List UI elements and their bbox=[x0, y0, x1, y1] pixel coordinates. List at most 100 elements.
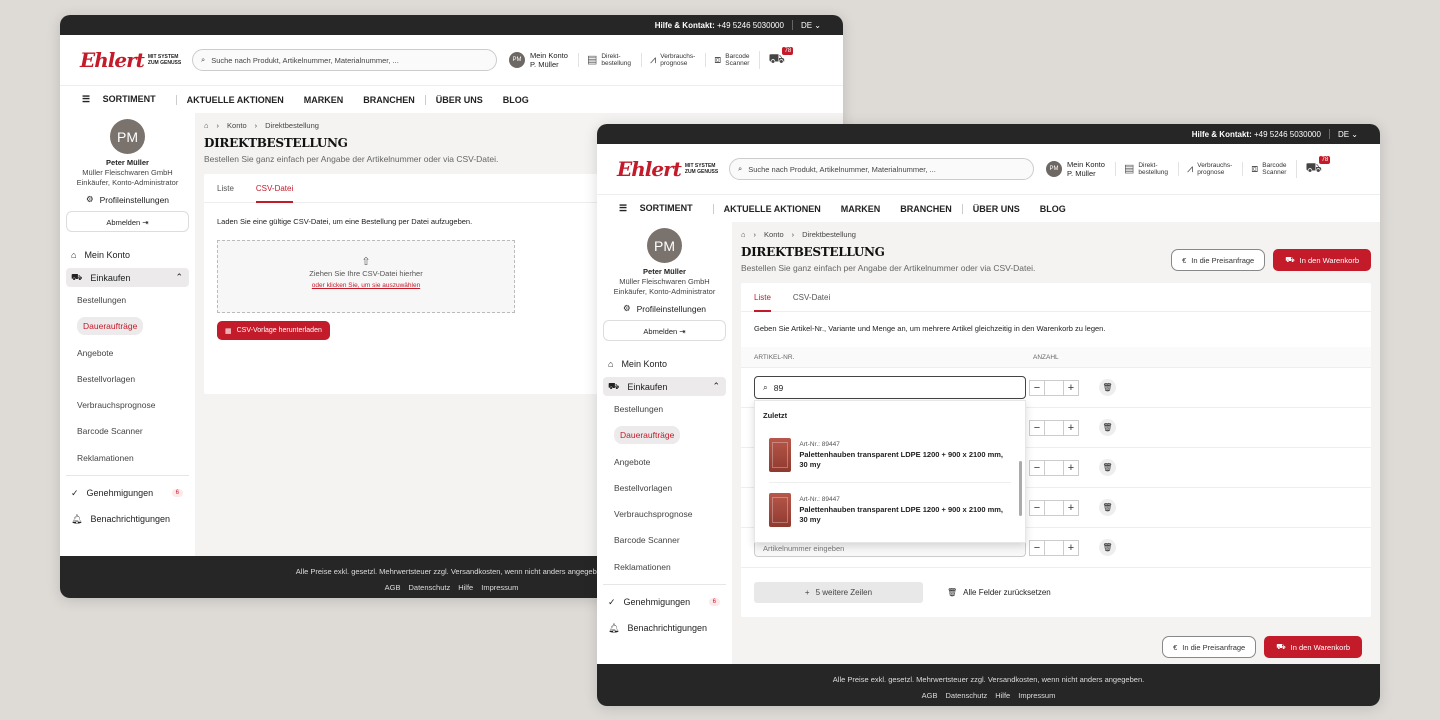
footer-impressum[interactable]: Impressum bbox=[1018, 691, 1055, 700]
sidebar-item-bestellvorlagen[interactable]: Bestellvorlagen bbox=[66, 366, 189, 392]
sidebar-item-reklamationen[interactable]: Reklamationen bbox=[66, 445, 189, 471]
sidebar-item-bestellvorlagen[interactable]: Bestellvorlagen bbox=[603, 475, 726, 501]
nav-ueber-uns[interactable]: ÜBER UNS bbox=[963, 204, 1030, 214]
footer-agb[interactable]: AGB bbox=[385, 583, 401, 592]
scrollbar[interactable] bbox=[1019, 461, 1022, 516]
minus-button[interactable]: − bbox=[1029, 459, 1045, 476]
footer-agb[interactable]: AGB bbox=[922, 691, 938, 700]
sidebar-item-angebote[interactable]: Angebote bbox=[66, 340, 189, 366]
preisanfrage-button[interactable]: € In die Preisanfrage bbox=[1162, 636, 1257, 658]
nav-branchen[interactable]: BRANCHEN bbox=[353, 95, 425, 105]
phone-link[interactable]: +49 5246 5030000 bbox=[717, 21, 784, 30]
tab-csv[interactable]: CSV-Datei bbox=[255, 174, 294, 203]
quantity-field[interactable] bbox=[1045, 379, 1063, 396]
cart-button[interactable]: ⛟ 78 bbox=[1296, 156, 1331, 178]
barcode-scanner-button[interactable]: ⧈ Barcode Scanner bbox=[1242, 162, 1286, 176]
sidebar-item-einkaufen[interactable]: ⛟ Einkaufen ⌃ bbox=[603, 377, 726, 396]
search-input[interactable]: ⌕ Suche nach Produkt, Artikelnummer, Mate… bbox=[729, 158, 1034, 180]
warenkorb-button[interactable]: ⛟ In den Warenkorb bbox=[1273, 249, 1371, 271]
verbrauchsprognose-button[interactable]: ⩘ Verbrauchs-prognose bbox=[1178, 162, 1232, 176]
product-suggestion[interactable]: Art-Nr.: 89447 Palettenhauben transparent… bbox=[755, 428, 1025, 482]
sidebar-item-benachrichtigungen[interactable]: 🔔︎ Benachrichtigungen bbox=[66, 506, 189, 532]
nav-blog[interactable]: BLOG bbox=[493, 95, 539, 105]
sidebar-item-verbrauchsprognose[interactable]: Verbrauchsprognose bbox=[603, 501, 726, 527]
tab-liste[interactable]: Liste bbox=[754, 283, 771, 312]
phone-link[interactable]: +49 5246 5030000 bbox=[1254, 130, 1321, 139]
cart-button[interactable]: ⛟ 78 bbox=[759, 47, 794, 69]
csv-dropzone[interactable]: ⇧ Ziehen Sie Ihre CSV-Datei hierher oder k… bbox=[217, 240, 515, 313]
profile-settings-link[interactable]: ⚙ Profileinstellungen bbox=[66, 194, 189, 205]
product-suggestion[interactable]: Art-Nr.: 89447 Palettenhauben transparent… bbox=[755, 483, 1025, 537]
logo[interactable]: Ehlert MIT SYSTEM ZUM GENUSS bbox=[80, 48, 190, 72]
sidebar-item-reklamationen[interactable]: Reklamationen bbox=[603, 554, 726, 580]
sidebar-item-angebote[interactable]: Angebote bbox=[603, 449, 726, 475]
footer-datenschutz[interactable]: Datenschutz bbox=[409, 583, 451, 592]
sidebar-item-bestellungen[interactable]: Bestellungen bbox=[603, 396, 726, 422]
tab-csv[interactable]: CSV-Datei bbox=[793, 293, 830, 302]
sidebar-item-verbrauchsprognose[interactable]: Verbrauchsprognose bbox=[66, 392, 189, 418]
reset-button[interactable]: 🗑︎ Alle Felder zurücksetzen bbox=[947, 588, 1051, 597]
sidebar-item-bestellungen[interactable]: Bestellungen bbox=[66, 287, 189, 313]
preisanfrage-button[interactable]: € In die Preisanfrage bbox=[1171, 249, 1266, 271]
minus-button[interactable]: − bbox=[1029, 499, 1045, 516]
profile-settings-link[interactable]: ⚙ Profileinstellungen bbox=[603, 303, 726, 314]
footer-hilfe[interactable]: Hilfe bbox=[458, 583, 473, 592]
trash-icon[interactable]: 🗑︎ bbox=[1099, 539, 1116, 556]
warenkorb-button[interactable]: ⛟ In den Warenkorb bbox=[1264, 636, 1362, 658]
tab-liste[interactable]: Liste bbox=[217, 184, 234, 193]
nav-branchen[interactable]: BRANCHEN bbox=[890, 204, 962, 214]
plus-button[interactable]: + bbox=[1063, 539, 1079, 556]
account-button[interactable]: PM Mein Konto P. Müller bbox=[1046, 160, 1105, 178]
barcode-scanner-button[interactable]: ⧈ Barcode Scanner bbox=[705, 53, 749, 67]
minus-button[interactable]: − bbox=[1029, 379, 1045, 396]
quantity-field[interactable] bbox=[1045, 419, 1063, 436]
search-input[interactable]: ⌕ Suche nach Produkt, Artikelnummer, Mate… bbox=[192, 49, 497, 71]
breadcrumb-konto[interactable]: Konto bbox=[227, 121, 247, 130]
logout-button[interactable]: Abmelden ⇥ bbox=[66, 211, 189, 232]
nav-sortiment[interactable]: ☰ SORTIMENT bbox=[82, 94, 176, 105]
trash-icon[interactable]: 🗑︎ bbox=[1099, 379, 1116, 396]
home-icon[interactable]: ⌂ bbox=[204, 121, 209, 130]
sidebar-item-dauerauftraege[interactable]: Daueraufträge bbox=[66, 313, 189, 339]
logo[interactable]: Ehlert MIT SYSTEM ZUM GENUSS bbox=[617, 157, 727, 181]
plus-button[interactable]: + bbox=[1063, 499, 1079, 516]
verbrauchsprognose-button[interactable]: ⩘ Verbrauchs-prognose bbox=[641, 53, 695, 67]
quantity-field[interactable] bbox=[1045, 539, 1063, 556]
trash-icon[interactable]: 🗑︎ bbox=[1099, 499, 1116, 516]
logout-button[interactable]: Abmelden ⇥ bbox=[603, 320, 726, 341]
language-select[interactable]: DE ⌄ bbox=[1338, 130, 1358, 139]
minus-button[interactable]: − bbox=[1029, 419, 1045, 436]
nav-sortiment[interactable]: ☰ SORTIMENT bbox=[619, 203, 713, 214]
plus-button[interactable]: + bbox=[1063, 419, 1079, 436]
direktbestellung-button[interactable]: ▤ Direkt-bestellung bbox=[577, 53, 631, 67]
account-button[interactable]: PM Mein Konto P. Müller bbox=[509, 51, 568, 69]
sidebar-item-barcode-scanner[interactable]: Barcode Scanner bbox=[66, 418, 189, 444]
plus-button[interactable]: + bbox=[1063, 379, 1079, 396]
sidebar-item-barcode-scanner[interactable]: Barcode Scanner bbox=[603, 527, 726, 553]
footer-hilfe[interactable]: Hilfe bbox=[995, 691, 1010, 700]
nav-marken[interactable]: MARKEN bbox=[831, 204, 891, 214]
footer-datenschutz[interactable]: Datenschutz bbox=[946, 691, 988, 700]
nav-marken[interactable]: MARKEN bbox=[294, 95, 354, 105]
sidebar-item-genehmigungen[interactable]: ✓ Genehmigungen 6 bbox=[66, 480, 189, 506]
sidebar-item-dauerauftraege[interactable]: Daueraufträge bbox=[603, 422, 726, 448]
nav-aktionen[interactable]: AKTUELLE AKTIONEN bbox=[177, 95, 294, 105]
nav-aktionen[interactable]: AKTUELLE AKTIONEN bbox=[714, 204, 831, 214]
trash-icon[interactable]: 🗑︎ bbox=[1099, 459, 1116, 476]
minus-button[interactable]: − bbox=[1029, 539, 1045, 556]
trash-icon[interactable]: 🗑︎ bbox=[1099, 419, 1116, 436]
sidebar-item-konto[interactable]: ⌂ Mein Konto bbox=[66, 242, 189, 268]
quantity-field[interactable] bbox=[1045, 459, 1063, 476]
csv-template-button[interactable]: ▦ CSV-Vorlage herunterladen bbox=[217, 321, 330, 340]
breadcrumb-konto[interactable]: Konto bbox=[764, 230, 784, 239]
add-rows-button[interactable]: +5 weitere Zeilen bbox=[754, 582, 923, 603]
direktbestellung-button[interactable]: ▤ Direkt-bestellung bbox=[1114, 162, 1168, 176]
nav-blog[interactable]: BLOG bbox=[1030, 204, 1076, 214]
nav-ueber-uns[interactable]: ÜBER UNS bbox=[426, 95, 493, 105]
home-icon[interactable]: ⌂ bbox=[741, 230, 746, 239]
sidebar-item-konto[interactable]: ⌂ Mein Konto bbox=[603, 351, 726, 377]
sidebar-item-genehmigungen[interactable]: ✓ Genehmigungen 6 bbox=[603, 589, 726, 615]
sidebar-item-benachrichtigungen[interactable]: 🔔︎ Benachrichtigungen bbox=[603, 615, 726, 641]
language-select[interactable]: DE ⌄ bbox=[801, 21, 821, 30]
sidebar-item-einkaufen[interactable]: ⛟ Einkaufen ⌃ bbox=[66, 268, 189, 287]
